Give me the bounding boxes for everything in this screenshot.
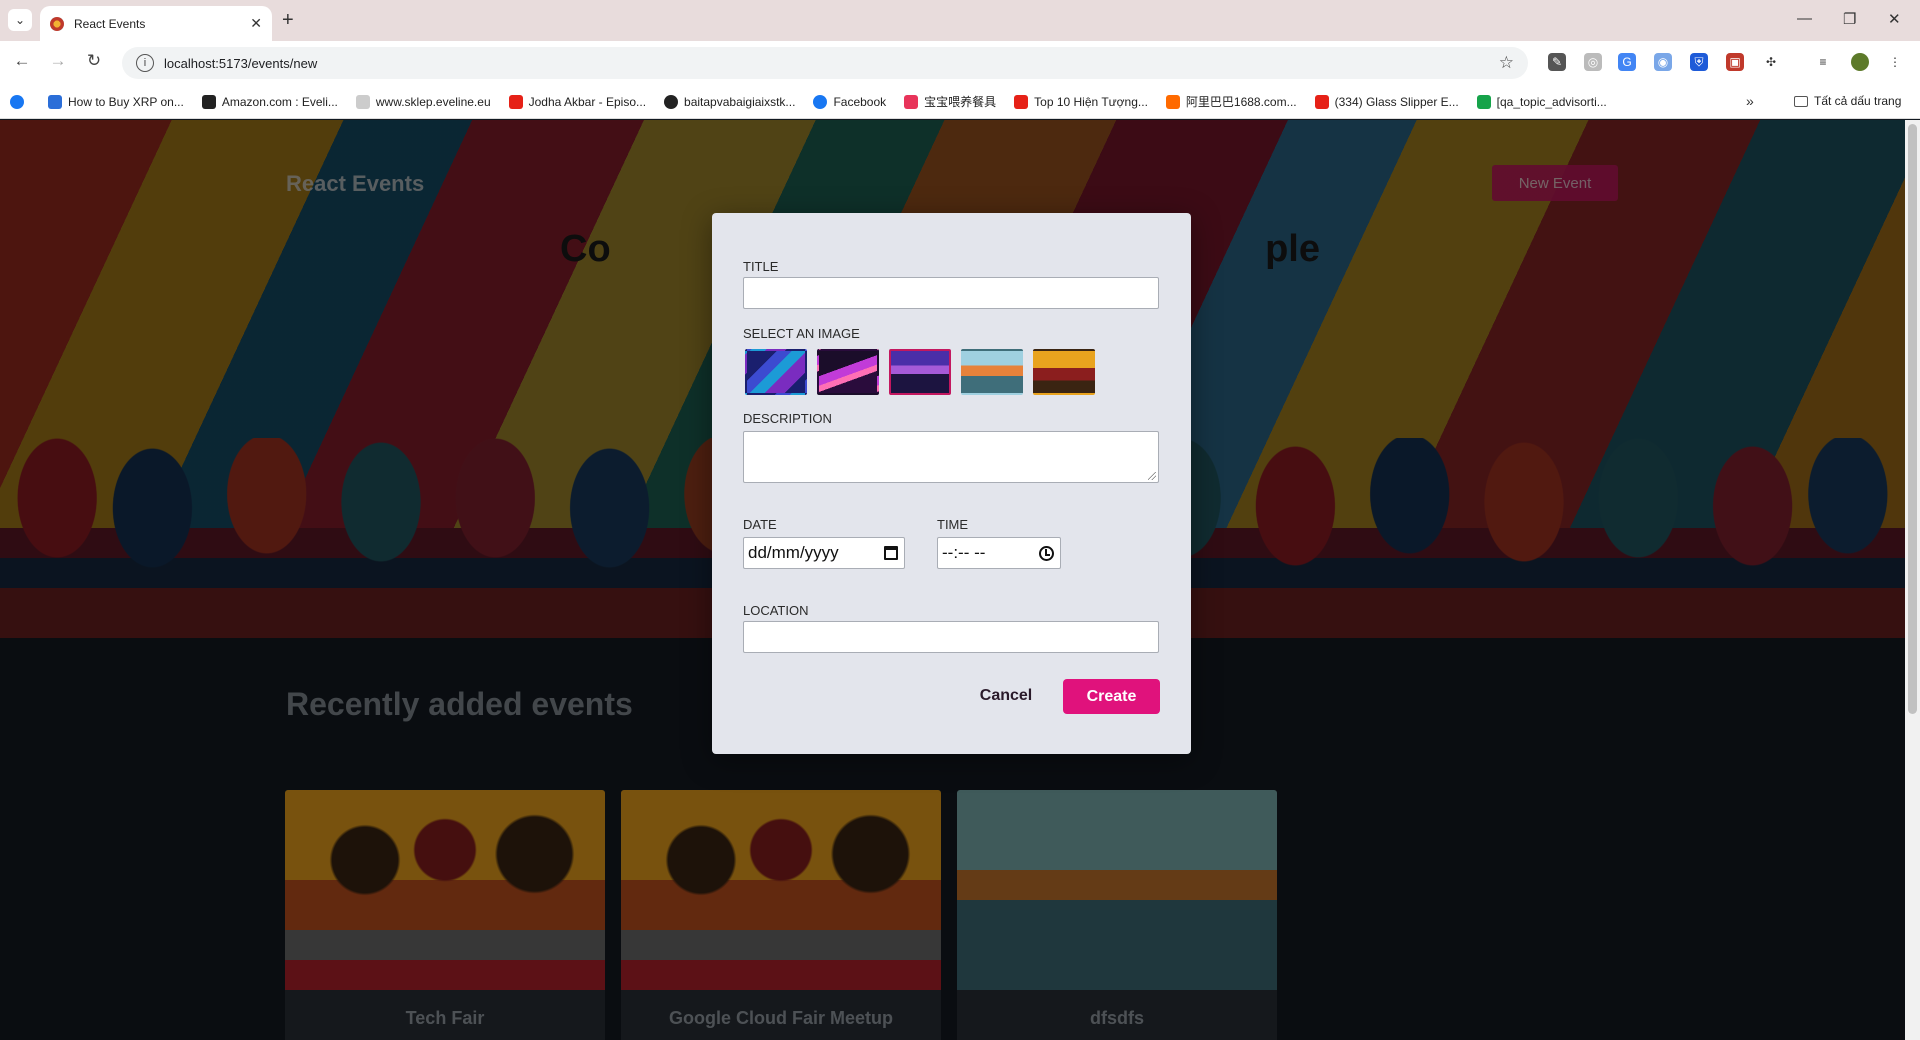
bookmark-label: How to Buy XRP on... xyxy=(68,94,184,109)
location-label: LOCATION xyxy=(743,603,809,618)
title-input[interactable] xyxy=(743,277,1159,309)
bookmark-label: (334) Glass Slipper E... xyxy=(1334,94,1459,109)
clock-icon[interactable] xyxy=(1039,545,1054,561)
bookmark-label: Facebook xyxy=(833,94,887,109)
puzzle-extensions-icon[interactable]: ✣ xyxy=(1762,53,1780,71)
bookmark-item[interactable]: Facebook xyxy=(813,94,887,109)
select-image-label: SELECT AN IMAGE xyxy=(743,326,860,341)
bookmark-label: 阿里巴巴1688.com... xyxy=(1185,95,1297,109)
github-icon xyxy=(664,94,679,109)
description-textarea[interactable] xyxy=(743,431,1159,483)
all-bookmarks-label: Tất cả dấu trang xyxy=(1814,94,1902,108)
bookmark-item[interactable]: (334) Glass Slipper E... xyxy=(1314,94,1459,109)
more-menu-icon[interactable]: ⋮ xyxy=(1886,53,1904,71)
new-event-dialog: TITLE SELECT AN IMAGE DESCRIPTION DATE d… xyxy=(712,213,1191,754)
title-label: TITLE xyxy=(743,259,779,274)
image-picker xyxy=(745,349,1095,395)
youtube-icon xyxy=(1014,94,1029,109)
bookmark-item[interactable]: Top 10 Hiện Tượng... xyxy=(1014,94,1148,109)
react-events-favicon-icon xyxy=(50,16,64,31)
image-option-concert-stage[interactable] xyxy=(817,349,879,395)
shop-icon xyxy=(904,94,919,109)
alibaba-icon xyxy=(1165,94,1180,109)
bookmark-label: Amazon.com : Eveli... xyxy=(221,94,338,109)
browser-toolbar: ← → ↻ i localhost:5173/events/new ☆ ✎ ◎ … xyxy=(0,41,1920,85)
profile-avatar[interactable] xyxy=(1851,53,1869,71)
bookmarks-bar: How to Buy XRP on... Amazon.com : Eveli.… xyxy=(0,85,1920,119)
bookmark-label: 宝宝喂养餐具 xyxy=(924,95,997,109)
xrp-icon xyxy=(48,94,62,109)
bookmark-item[interactable]: [qa_topic_advisorti... xyxy=(1476,94,1607,109)
pen-extension-icon[interactable]: ✎ xyxy=(1548,53,1566,71)
calendar-icon[interactable] xyxy=(884,546,898,560)
image-option-friends-laptop[interactable] xyxy=(1033,349,1095,395)
all-bookmarks-folder[interactable]: Tất cả dấu trang xyxy=(1794,94,1901,108)
url-text[interactable]: localhost:5173/events/new xyxy=(164,56,1499,71)
scrollbar-thumb[interactable] xyxy=(1908,124,1917,714)
shield-extension-icon[interactable]: ⛨ xyxy=(1690,53,1708,71)
site-info-icon[interactable]: i xyxy=(136,54,154,72)
location-input[interactable] xyxy=(743,621,1159,653)
time-input[interactable]: --:-- -- xyxy=(937,537,1061,569)
description-label: DESCRIPTION xyxy=(743,411,832,426)
amazon-icon xyxy=(201,94,216,109)
browser-tab[interactable]: React Events ✕ xyxy=(40,6,272,41)
bookmark-item[interactable]: Jodha Akbar - Episo... xyxy=(508,94,647,109)
bookmark-item[interactable]: 宝宝喂养餐具 xyxy=(904,93,996,110)
bookmark-label: Jodha Akbar - Episo... xyxy=(528,94,647,109)
cancel-button[interactable]: Cancel xyxy=(976,679,1036,713)
youtube-icon xyxy=(1314,94,1329,109)
tab-title: React Events xyxy=(74,16,146,31)
image-option-neon-city[interactable] xyxy=(745,349,807,395)
eveline-icon xyxy=(355,94,370,109)
page-scrollbar[interactable] xyxy=(1905,120,1920,1040)
close-window-icon[interactable]: ✕ xyxy=(1888,10,1901,28)
facebook-icon xyxy=(813,94,828,109)
more-bookmarks-chevron-icon[interactable]: » xyxy=(1746,93,1754,109)
bookmark-item[interactable]: How to Buy XRP on... xyxy=(48,94,184,109)
restore-icon[interactable]: ❐ xyxy=(1843,10,1856,28)
minimize-icon[interactable]: — xyxy=(1797,10,1812,27)
date-label: DATE xyxy=(743,517,777,532)
tab-search-button[interactable]: ⌄ xyxy=(8,9,32,31)
bookmark-item[interactable]: Amazon.com : Eveli... xyxy=(201,94,338,109)
time-placeholder: --:-- -- xyxy=(942,543,986,562)
reload-icon[interactable]: ↻ xyxy=(82,51,106,71)
translate-extension-icon[interactable]: G xyxy=(1618,53,1636,71)
youtube-icon xyxy=(508,94,523,109)
bookmark-item[interactable]: www.sklep.eveline.eu xyxy=(355,94,491,109)
image-option-city-park[interactable] xyxy=(961,349,1023,395)
date-input[interactable]: dd/mm/yyyy xyxy=(743,537,905,569)
lens-extension-icon[interactable]: ◉ xyxy=(1654,53,1672,71)
time-label: TIME xyxy=(937,517,969,532)
bookmark-star-icon[interactable]: ☆ xyxy=(1499,53,1514,73)
bookmark-item[interactable]: 阿里巴巴1688.com... xyxy=(1165,93,1297,110)
back-arrow-icon[interactable]: ← xyxy=(10,51,34,71)
create-button[interactable]: Create xyxy=(1063,679,1160,714)
bookmark-label: [qa_topic_advisorti... xyxy=(1496,94,1607,109)
red-extension-icon[interactable]: ▣ xyxy=(1726,53,1744,71)
bookmark-label: baitapvabaigiaixstk... xyxy=(684,94,796,109)
folder-icon xyxy=(1794,95,1808,107)
page-viewport: React Events New Event Co ple Recently a… xyxy=(0,120,1905,1040)
bookmark-label: www.sklep.eveline.eu xyxy=(375,94,491,109)
new-tab-plus-icon[interactable]: + xyxy=(282,9,294,31)
bookmark-item[interactable]: baitapvabaigiaixstk... xyxy=(664,94,796,109)
image-option-purple-party[interactable] xyxy=(889,349,951,395)
bookmark-facebook-icon-only[interactable] xyxy=(10,94,30,109)
cx-icon xyxy=(1476,94,1491,109)
forward-arrow-icon[interactable]: → xyxy=(46,51,70,71)
resize-grip-icon[interactable] xyxy=(1148,472,1156,480)
bookmark-label: Top 10 Hiện Tượng... xyxy=(1034,94,1148,109)
close-icon[interactable]: ✕ xyxy=(250,15,262,32)
compass-extension-icon[interactable]: ◎ xyxy=(1584,53,1602,71)
date-placeholder: dd/mm/yyyy xyxy=(748,543,839,562)
address-bar[interactable]: i localhost:5173/events/new ☆ xyxy=(122,47,1528,79)
browser-tab-bar: ⌄ React Events ✕ + — ❐ ✕ xyxy=(0,0,1920,41)
media-control-icon[interactable]: ≡ xyxy=(1814,53,1832,71)
facebook-icon xyxy=(10,94,24,109)
